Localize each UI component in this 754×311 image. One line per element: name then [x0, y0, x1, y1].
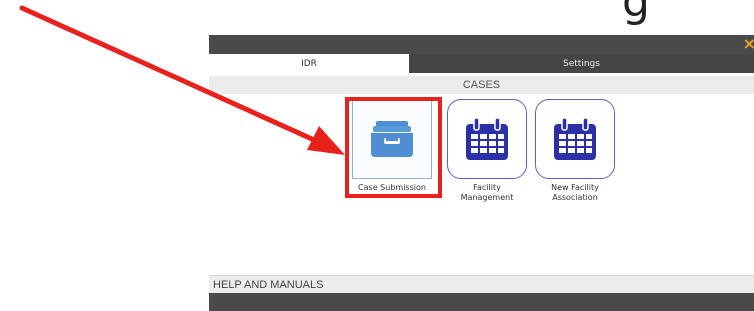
partial-header-text: g: [622, 0, 650, 27]
calendar-icon: [466, 117, 508, 160]
new-facility-association-label: New Facility Association: [551, 183, 599, 202]
help-section-header: HELP AND MANUALS: [209, 275, 754, 293]
tab-idr-label: IDR: [301, 58, 317, 69]
new-facility-association-tile[interactable]: New Facility Association: [535, 99, 615, 237]
panel-titlebar: ×: [209, 35, 754, 54]
facility-management-icon-box: [447, 99, 527, 179]
cases-section-header: CASES: [209, 76, 754, 94]
new-facility-association-icon-box: [535, 99, 615, 179]
idr-panel: × IDR Settings CASES Case Submission Fac…: [209, 35, 754, 311]
annotation-highlight-box: [345, 97, 442, 198]
facility-management-label: Facility Management: [460, 183, 514, 202]
tab-settings[interactable]: Settings: [409, 54, 754, 73]
footer-bar: [209, 293, 754, 311]
cases-title: CASES: [462, 79, 501, 91]
facility-management-tile[interactable]: Facility Management: [447, 99, 527, 237]
close-icon[interactable]: ×: [743, 36, 754, 52]
help-title: HELP AND MANUALS: [213, 279, 324, 291]
tab-bar: IDR Settings: [209, 54, 754, 73]
tab-idr[interactable]: IDR: [209, 54, 409, 73]
tab-settings-label: Settings: [563, 58, 600, 69]
calendar-icon: [554, 117, 596, 160]
